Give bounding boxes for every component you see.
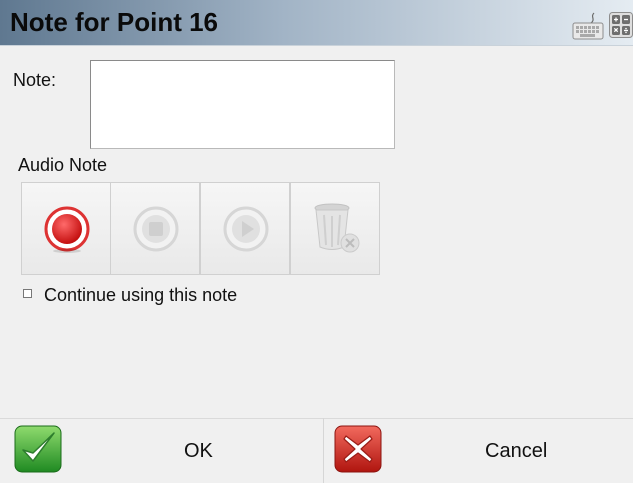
title-bar: Note for Point 16 — [0, 0, 633, 46]
close-icon — [334, 425, 382, 473]
cancel-button[interactable]: Cancel — [323, 418, 633, 483]
keyboard-icon[interactable] — [572, 12, 604, 40]
ok-button[interactable]: OK — [0, 418, 322, 483]
record-button[interactable] — [21, 182, 111, 275]
delete-audio-button[interactable] — [290, 182, 380, 275]
continue-checkbox[interactable] — [23, 289, 32, 298]
continue-checkbox-label: Continue using this note — [44, 285, 238, 305]
cancel-button-label: Cancel — [485, 440, 548, 462]
stop-icon — [133, 206, 179, 252]
calculator-icon[interactable] — [609, 12, 633, 38]
note-label: Note: — [13, 70, 57, 90]
record-icon — [44, 206, 90, 253]
stop-button[interactable] — [110, 182, 200, 275]
play-icon — [223, 206, 269, 252]
checkmark-icon — [14, 425, 62, 473]
trash-icon — [314, 203, 360, 253]
audio-note-label: Audio Note — [18, 155, 108, 175]
note-field[interactable] — [90, 60, 395, 149]
ok-button-label: OK — [184, 440, 213, 462]
window-title: Note for Point 16 — [10, 7, 219, 37]
play-button[interactable] — [200, 182, 290, 275]
